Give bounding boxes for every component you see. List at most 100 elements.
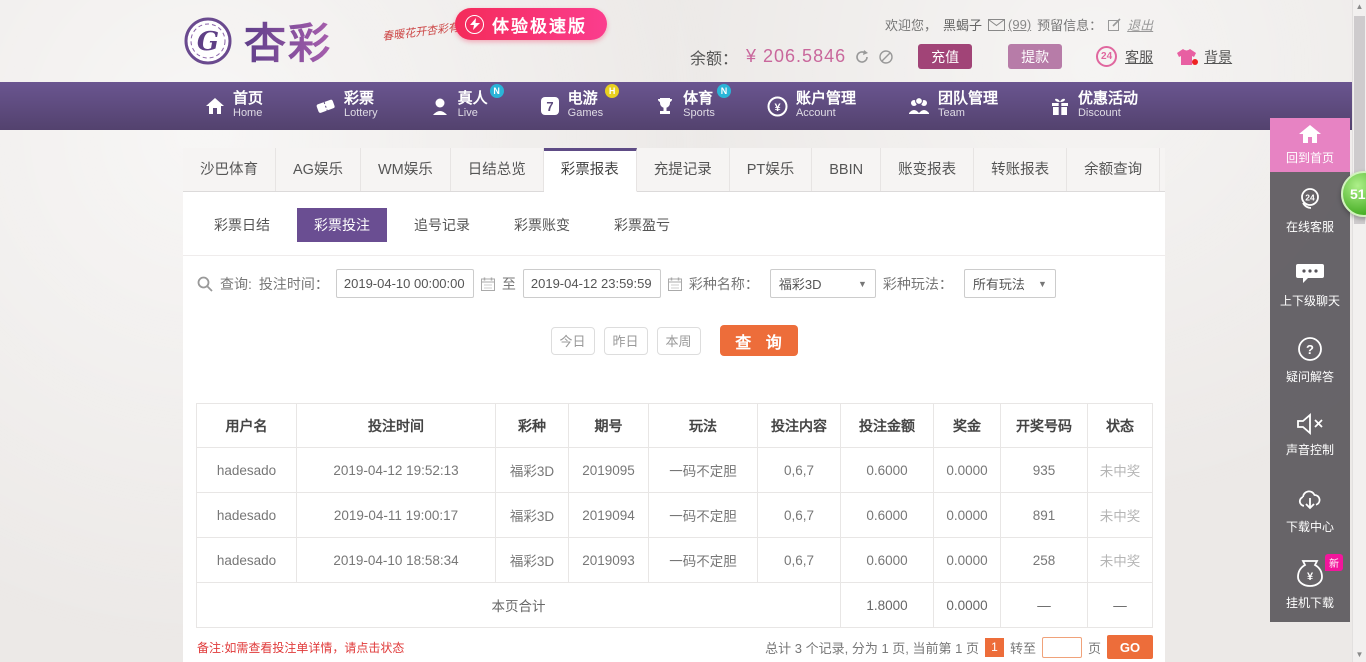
hangup-download-button[interactable]: 新 ¥ 挂机下载 bbox=[1270, 547, 1350, 622]
start-time-input[interactable] bbox=[335, 269, 474, 298]
logo[interactable]: G 杏彩 春暖花开杏彩有你！ bbox=[182, 10, 481, 71]
nav-item-lottery[interactable]: 彩票 Lottery bbox=[315, 82, 392, 130]
mail-link[interactable]: (99) bbox=[988, 17, 1031, 32]
search-icon bbox=[197, 276, 213, 292]
subtab-lottery-daily[interactable]: 彩票日结 bbox=[197, 208, 287, 242]
end-time-input[interactable] bbox=[522, 269, 661, 298]
table-footer: 备注:如需查看投注单详情，请点击状态 总计 3 个记录, 分为 1 页, 当前第… bbox=[197, 635, 1153, 659]
customer-service-link[interactable]: 客服 bbox=[1125, 47, 1153, 67]
col-draw-number: 开奖号码 bbox=[1000, 403, 1088, 448]
scroll-up-arrow[interactable]: ▲ bbox=[1353, 0, 1366, 14]
page-number-button[interactable]: 1 bbox=[984, 637, 1004, 657]
tab-wm[interactable]: WM娱乐 bbox=[361, 148, 451, 191]
lottery-type-label: 彩种名称： bbox=[688, 275, 759, 292]
withdraw-button[interactable]: 提款 bbox=[1008, 44, 1063, 69]
subtab-lottery-changes[interactable]: 彩票账变 bbox=[497, 208, 587, 242]
content-panel: 沙巴体育 AG娱乐 WM娱乐 日结总览 彩票报表 充提记录 PT娱乐 BBIN … bbox=[183, 148, 1165, 662]
nav-item-discount[interactable]: 优惠活动 Discount bbox=[1050, 82, 1152, 130]
report-tabbar: 沙巴体育 AG娱乐 WM娱乐 日结总览 彩票报表 充提记录 PT娱乐 BBIN … bbox=[183, 148, 1165, 192]
tab-bbin[interactable]: BBIN bbox=[812, 148, 882, 191]
sound-control-button[interactable]: 声音控制 bbox=[1270, 397, 1350, 472]
logout-link[interactable]: 退出 bbox=[1127, 15, 1153, 34]
tab-transfer-report[interactable]: 转账报表 bbox=[974, 148, 1068, 191]
table-header-row: 用户名 投注时间 彩种 期号 玩法 投注内容 投注金额 奖金 开奖号码 状态 bbox=[196, 403, 1153, 448]
goto-label: 转至 bbox=[1009, 640, 1036, 656]
chat-button[interactable]: 上下级聊天 bbox=[1270, 247, 1350, 322]
nav-item-sports[interactable]: 体育 Sports N bbox=[655, 82, 731, 130]
status-cell[interactable]: 未中奖 bbox=[1087, 447, 1153, 493]
username: 黑蝎子 bbox=[943, 18, 983, 33]
lottery-type-select[interactable]: 福彩3D ▼ bbox=[769, 269, 876, 298]
back-home-button[interactable]: 回到首页 bbox=[1270, 118, 1350, 172]
tab-pt[interactable]: PT娱乐 bbox=[730, 148, 813, 191]
tab-deposit-records[interactable]: 充提记录 bbox=[637, 148, 730, 191]
nav-badge: N bbox=[716, 84, 731, 98]
tab-daily-overview[interactable]: 日结总览 bbox=[451, 148, 544, 191]
goto-page-input[interactable] bbox=[1041, 636, 1082, 658]
edit-icon[interactable] bbox=[1108, 18, 1121, 31]
online-service-button[interactable]: 24 在线客服 bbox=[1270, 172, 1350, 247]
reserved-info-label: 预留信息： bbox=[1037, 18, 1103, 33]
chevron-down-icon: ▼ bbox=[857, 278, 867, 289]
col-prize: 奖金 bbox=[933, 403, 1001, 448]
team-icon bbox=[908, 97, 929, 114]
go-button[interactable]: GO bbox=[1107, 635, 1153, 659]
recharge-button[interactable]: 充值 bbox=[918, 44, 973, 69]
svg-text:24: 24 bbox=[1305, 192, 1315, 202]
tab-account-changes[interactable]: 账变报表 bbox=[881, 148, 975, 191]
gift-icon bbox=[1051, 98, 1068, 115]
calendar-icon[interactable] bbox=[480, 277, 495, 291]
tab-shaba-sports[interactable]: 沙巴体育 bbox=[183, 148, 276, 191]
nav-item-home[interactable]: 首页 Home bbox=[205, 82, 277, 130]
balance-label: 余额： bbox=[690, 50, 739, 68]
summary-prize-total: 0.0000 bbox=[933, 582, 1001, 628]
account-icon: ¥ bbox=[767, 96, 788, 116]
tab-lottery-report[interactable]: 彩票报表 bbox=[543, 148, 637, 192]
svg-text:¥: ¥ bbox=[774, 102, 781, 114]
tab-balance-query[interactable]: 余额查询 bbox=[1067, 148, 1161, 191]
nav-item-live[interactable]: 真人 Live N bbox=[430, 82, 504, 130]
col-play: 玩法 bbox=[648, 403, 758, 448]
scroll-down-arrow[interactable]: ▼ bbox=[1353, 648, 1366, 662]
pagination-summary: 总计 3 个记录, 分为 1 页, 当前第 1 页 bbox=[765, 640, 979, 656]
moneybag-icon: ¥ bbox=[1297, 559, 1323, 587]
status-cell[interactable]: 未中奖 bbox=[1087, 492, 1153, 538]
scrollbar[interactable]: ▲ ▼ bbox=[1352, 0, 1366, 662]
tab-ag[interactable]: AG娱乐 bbox=[276, 148, 361, 191]
refresh-icon[interactable] bbox=[854, 49, 870, 65]
status-cell[interactable]: 未中奖 bbox=[1087, 537, 1153, 583]
search-button[interactable]: 查 询 bbox=[719, 325, 798, 356]
col-lottery: 彩种 bbox=[495, 403, 569, 448]
calendar-icon[interactable] bbox=[667, 277, 682, 291]
bet-time-label: 投注时间： bbox=[258, 275, 329, 292]
table-row: hadesado 2019-04-11 19:00:17 福彩3D 201909… bbox=[196, 492, 1153, 538]
home-icon bbox=[1299, 125, 1321, 143]
download-center-button[interactable]: 下载中心 bbox=[1270, 472, 1350, 547]
faq-button[interactable]: ? 疑问解答 bbox=[1270, 322, 1350, 397]
table-row: hadesado 2019-04-10 18:58:34 福彩3D 201909… bbox=[196, 537, 1153, 583]
subtab-lottery-bets[interactable]: 彩票投注 bbox=[297, 208, 387, 242]
lightning-icon bbox=[465, 14, 484, 34]
today-button[interactable]: 今日 bbox=[550, 326, 595, 355]
summary-label: 本页合计 bbox=[196, 582, 841, 628]
nav-item-games[interactable]: 7 电游 Games H bbox=[540, 82, 620, 130]
eye-off-icon[interactable] bbox=[878, 49, 894, 65]
nav-item-account[interactable]: ¥ 账户管理 Account bbox=[767, 82, 870, 130]
quick-filter-row: 今日 昨日 本周 查 询 bbox=[183, 325, 1165, 356]
welcome-text: 欢迎您， bbox=[885, 18, 938, 33]
background-link[interactable]: 背景 bbox=[1204, 47, 1232, 67]
yesterday-button[interactable]: 昨日 bbox=[603, 326, 648, 355]
ticket-icon bbox=[316, 99, 335, 113]
live-icon bbox=[432, 98, 447, 115]
speaker-muted-icon bbox=[1297, 412, 1323, 435]
nav-item-team[interactable]: 团队管理 Team bbox=[908, 82, 1012, 130]
subtab-lottery-pnl[interactable]: 彩票盈亏 bbox=[597, 208, 687, 242]
col-status: 状态 bbox=[1087, 403, 1153, 448]
speed-version-button[interactable]: 体验极速版 bbox=[455, 8, 607, 40]
this-week-button[interactable]: 本周 bbox=[656, 326, 701, 355]
question-icon: ? bbox=[1298, 336, 1322, 361]
summary-status: — bbox=[1087, 582, 1153, 628]
col-bet-content: 投注内容 bbox=[757, 403, 841, 448]
play-type-select[interactable]: 所有玩法 ▼ bbox=[963, 269, 1056, 298]
subtab-chase-records[interactable]: 追号记录 bbox=[397, 208, 487, 242]
